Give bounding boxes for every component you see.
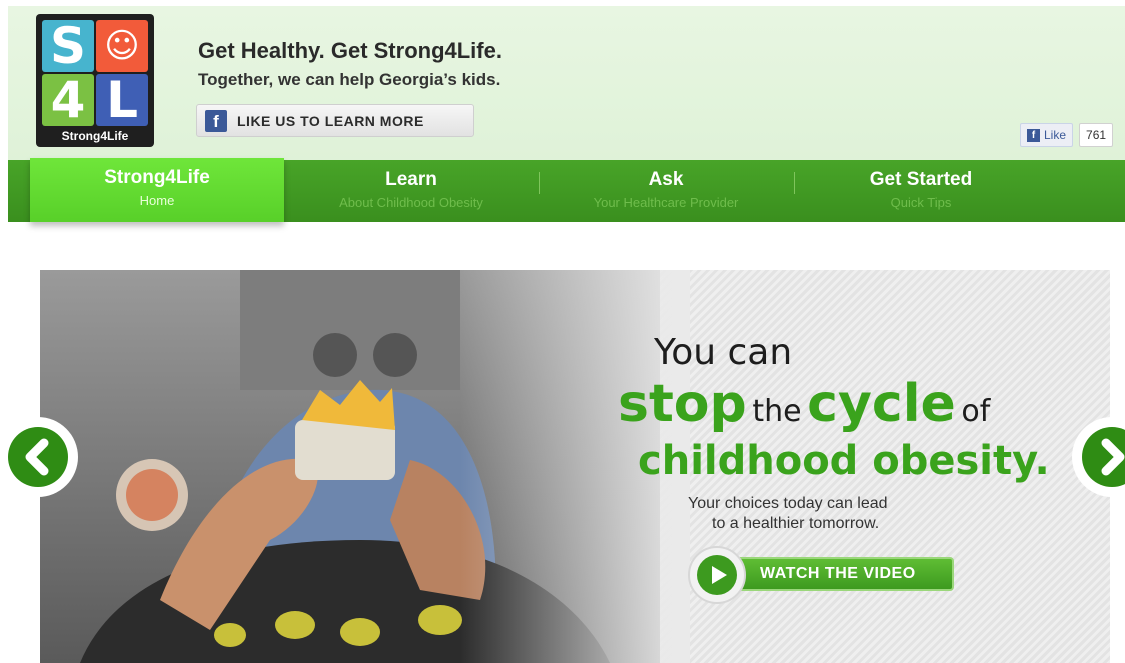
- nav-title: Learn: [385, 169, 437, 190]
- hero-line-2: stop the cycle of: [618, 374, 990, 434]
- facebook-like-label: LIKE US TO LEARN MORE: [237, 112, 424, 129]
- logo-letter-l: L: [96, 74, 148, 126]
- nav-subtitle: Your Healthcare Provider: [593, 195, 739, 210]
- nav-subtitle: Quick Tips: [890, 195, 952, 210]
- logo-smiley: ☺: [96, 20, 148, 72]
- facebook-icon: f: [1027, 128, 1040, 142]
- facebook-like-widget[interactable]: f Like: [1020, 123, 1074, 147]
- nav-title: Get Started: [869, 169, 973, 190]
- like-label: Like: [1044, 128, 1067, 142]
- hero-word-the: the: [752, 394, 802, 429]
- page-headline: Get Healthy. Get Strong4Life.: [198, 38, 502, 63]
- facebook-social-plugin: f Like 761: [1020, 122, 1114, 148]
- main-nav: Strong4Life Home Learn About Childhood O…: [8, 158, 1125, 222]
- page-subheadline: Together, we can help Georgia’s kids.: [198, 70, 501, 89]
- hero-tagline-1: Your choices today can lead: [688, 495, 888, 512]
- hero-line-3: childhood obesity.: [638, 438, 1050, 484]
- site-header: S ☺ 4 L Strong4Life Get Healthy. Get Str…: [8, 6, 1125, 161]
- nav-item-home[interactable]: Strong4Life Home: [30, 158, 284, 222]
- play-icon: [712, 566, 727, 584]
- logo-wordmark: Strong4Life: [61, 129, 129, 143]
- like-count: 761: [1079, 123, 1114, 147]
- chevron-right-icon: [1082, 427, 1125, 487]
- carousel-prev-button[interactable]: [0, 417, 78, 497]
- hero-word-of: of: [961, 394, 991, 429]
- nav-title: Strong4Life: [104, 167, 210, 188]
- chevron-left-icon: [8, 427, 68, 487]
- nav-item-get-started[interactable]: Get Started Quick Tips: [794, 160, 1048, 222]
- hero-word-stop: stop: [618, 374, 747, 434]
- hero-line-1: You can: [654, 332, 793, 373]
- strong4life-logo[interactable]: S ☺ 4 L Strong4Life: [36, 14, 154, 147]
- hero-word-cycle: cycle: [807, 374, 956, 434]
- logo-letter-s: S: [42, 20, 94, 72]
- nav-item-learn[interactable]: Learn About Childhood Obesity: [284, 160, 538, 222]
- play-icon-circle: [697, 555, 737, 595]
- nav-subtitle: About Childhood Obesity: [339, 195, 483, 210]
- play-button-ring: [688, 546, 746, 604]
- nav-subtitle: Home: [139, 193, 175, 208]
- nav-title: Ask: [648, 169, 684, 190]
- facebook-icon: f: [205, 109, 227, 132]
- hero-tagline-2: to a healthier tomorrow.: [712, 515, 880, 532]
- hero-banner[interactable]: You can stop the cycle of childhood obes…: [40, 270, 1110, 663]
- watch-video-button[interactable]: WATCH THE VIDEO: [688, 546, 956, 604]
- facebook-like-button[interactable]: f LIKE US TO LEARN MORE: [196, 104, 474, 137]
- nav-item-ask[interactable]: Ask Your Healthcare Provider: [539, 160, 793, 222]
- logo-digit-4: 4: [42, 74, 94, 126]
